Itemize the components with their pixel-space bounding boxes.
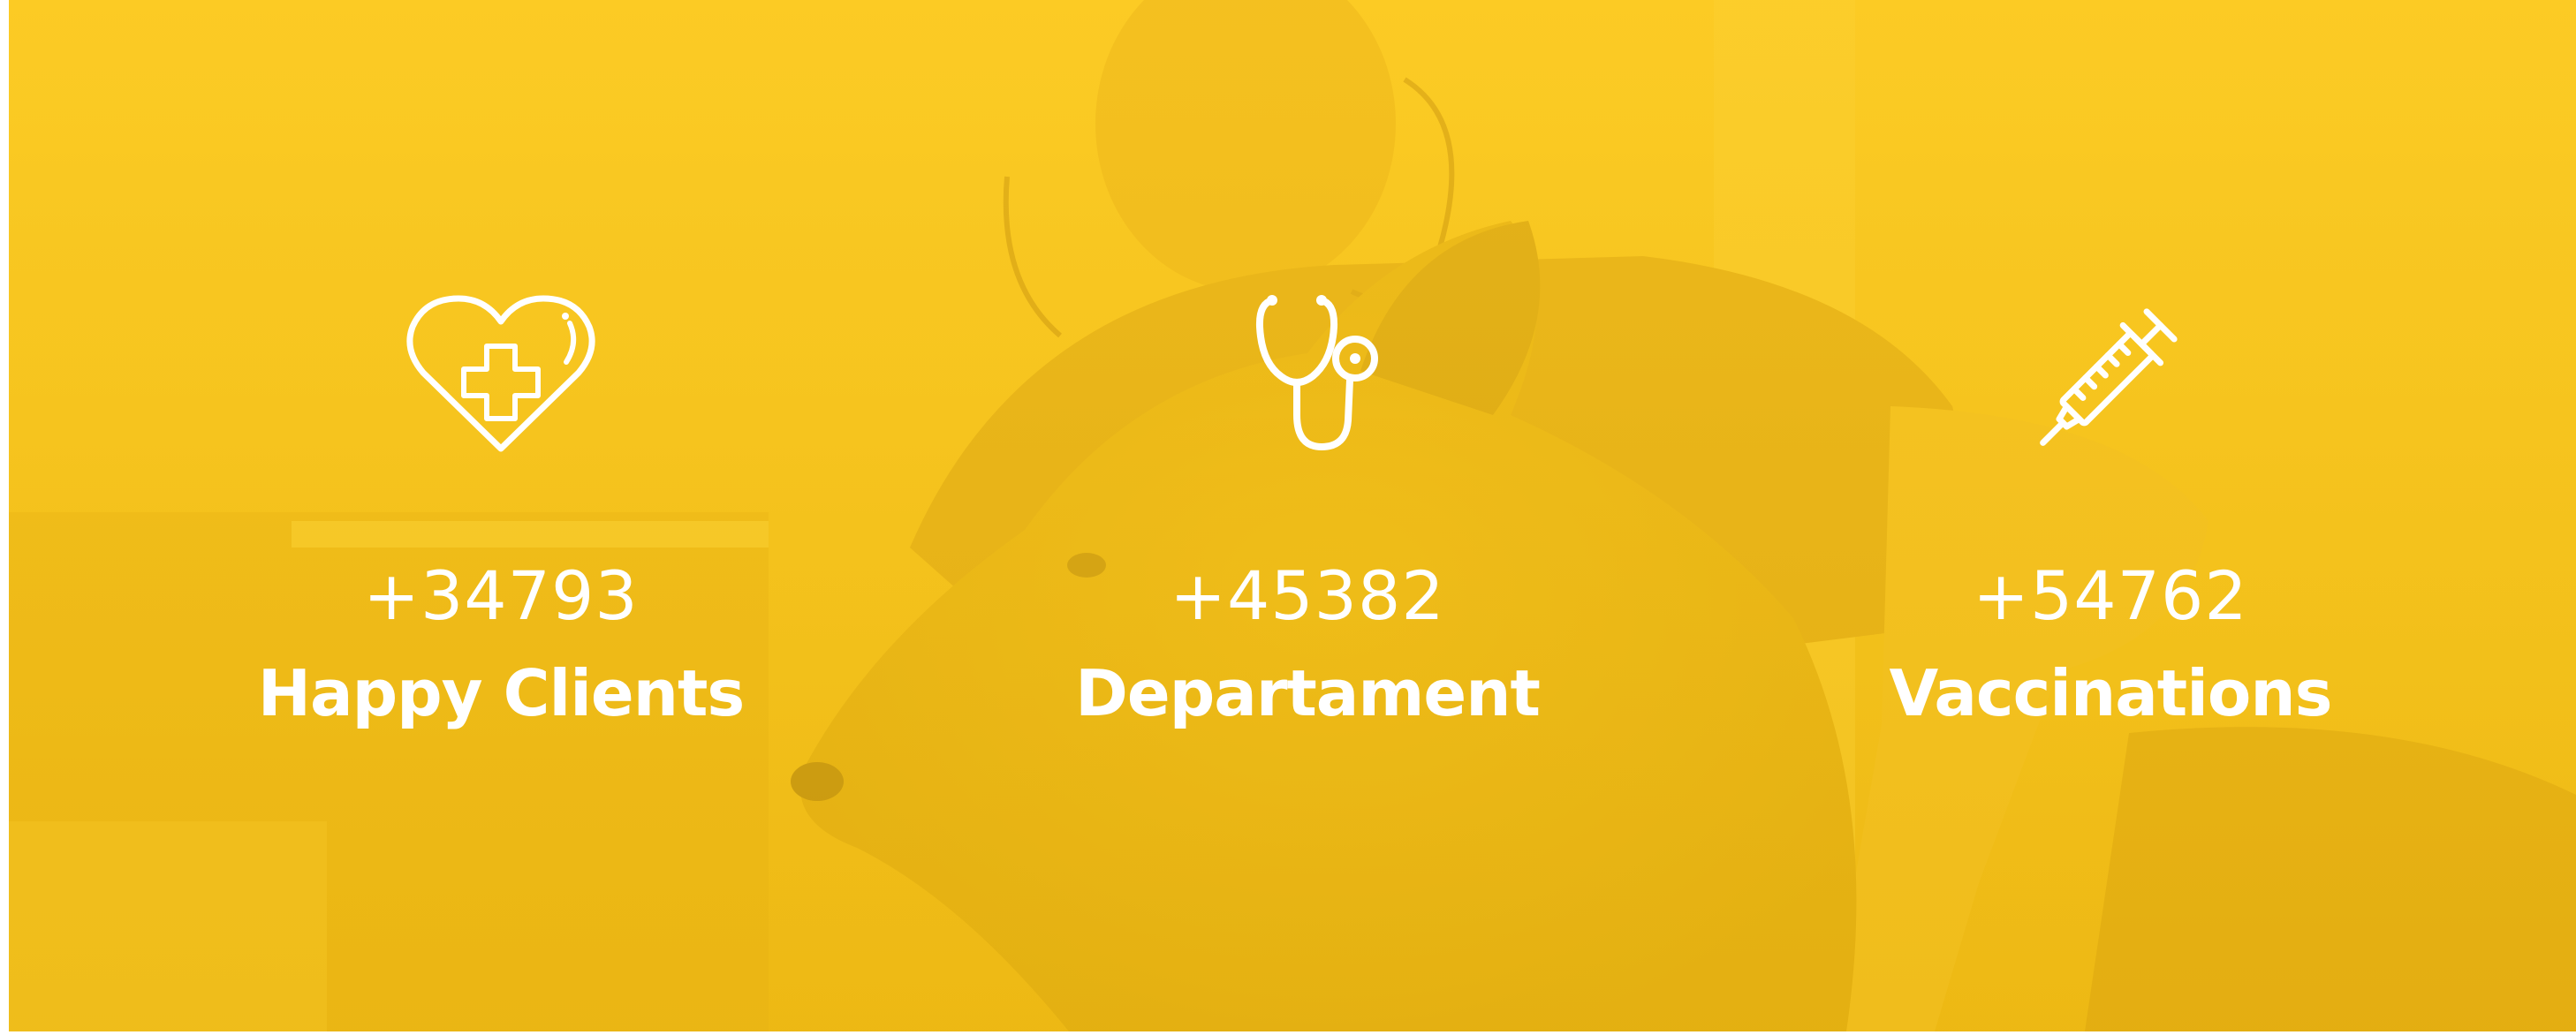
stethoscope-icon xyxy=(1255,295,1378,451)
stat-count: +45382 xyxy=(1170,556,1445,635)
stats-section: +34793 Happy Clients +45382 Departament xyxy=(9,0,2576,1031)
stat-label: Happy Clients xyxy=(257,656,745,730)
stat-departament: +45382 Departament xyxy=(998,291,1617,733)
stat-happy-clients: +34793 Happy Clients xyxy=(192,291,810,733)
syringe-icon xyxy=(2040,308,2178,446)
stat-count: +54762 xyxy=(1973,556,2248,635)
stat-count: +34793 xyxy=(363,556,639,635)
heart-medical-cross-icon xyxy=(406,295,595,452)
stat-label: Vaccinations xyxy=(1889,656,2333,730)
stat-vaccinations: +54762 Vaccinations xyxy=(1801,291,2420,733)
stat-label: Departament xyxy=(1075,656,1541,730)
